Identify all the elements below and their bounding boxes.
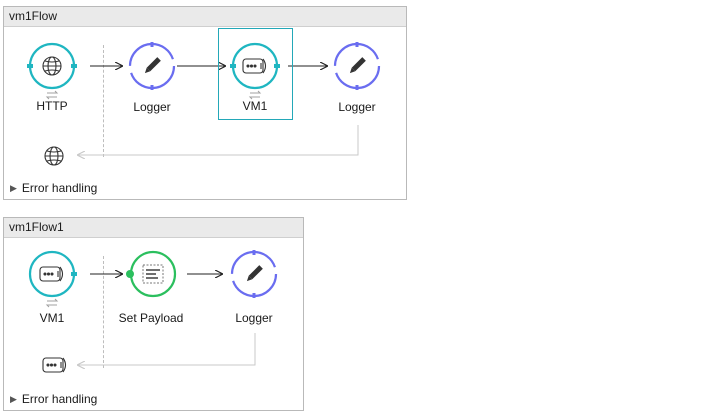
error-handling-toggle[interactable]: ▶ Error handling bbox=[10, 181, 97, 195]
logger-node[interactable] bbox=[332, 42, 382, 92]
node-label-set-payload: Set Payload bbox=[118, 311, 184, 325]
node-label-vm1: VM1 bbox=[242, 99, 268, 113]
http-response-icon[interactable] bbox=[42, 145, 66, 169]
vm-queue-icon bbox=[42, 357, 67, 373]
node-label-logger: Logger bbox=[338, 100, 376, 114]
error-handling-label: Error handling bbox=[21, 392, 98, 406]
logger-node[interactable] bbox=[229, 250, 279, 300]
flow-vm1Flow[interactable]: vm1Flow HTTP Logger VM1 Logger ▶ Error h… bbox=[3, 6, 407, 200]
vm-listener-node[interactable] bbox=[27, 250, 77, 310]
vm-response-icon[interactable] bbox=[40, 355, 70, 377]
return-path bbox=[78, 333, 256, 365]
exchange-arrows-icon bbox=[45, 90, 59, 100]
node-label-logger: Logger bbox=[235, 311, 273, 325]
expand-triangle-icon: ▶ bbox=[10, 394, 17, 404]
error-handling-toggle[interactable]: ▶ Error handling bbox=[10, 392, 97, 406]
node-label-vm1: VM1 bbox=[39, 311, 65, 325]
flow-vm1Flow1[interactable]: vm1Flow1 VM1 Set Payload Logger ▶ Error … bbox=[3, 217, 304, 411]
http-listener-node[interactable] bbox=[27, 42, 77, 102]
return-path bbox=[78, 125, 359, 155]
logger-node[interactable] bbox=[127, 42, 177, 92]
set-payload-node[interactable] bbox=[126, 250, 178, 300]
globe-icon bbox=[44, 146, 64, 166]
node-label-logger: Logger bbox=[133, 100, 171, 114]
exchange-arrows-icon bbox=[45, 298, 59, 308]
expand-triangle-icon: ▶ bbox=[10, 183, 17, 193]
error-handling-label: Error handling bbox=[21, 181, 98, 195]
vm-publish-node[interactable] bbox=[230, 42, 280, 102]
set-payload-icon bbox=[142, 264, 164, 284]
exchange-arrows-icon bbox=[248, 90, 262, 100]
node-label-http: HTTP bbox=[36, 99, 68, 113]
